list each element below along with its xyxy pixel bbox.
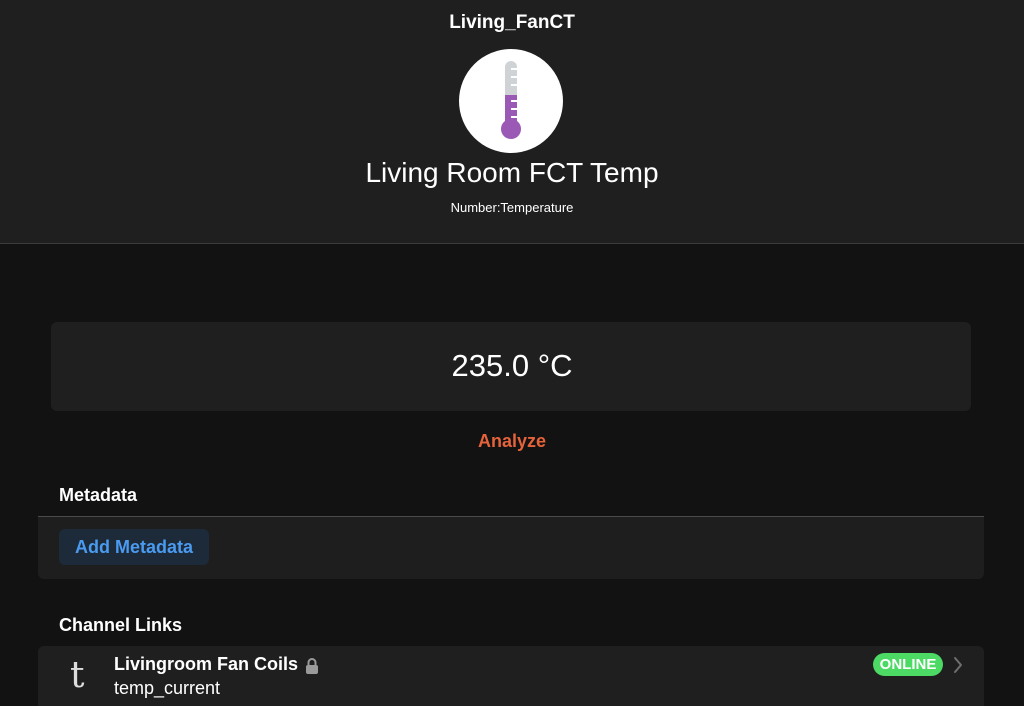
channel-links-section-title: Channel Links [59,615,183,635]
item-label: Living Room FCT Temp [365,157,659,188]
state-value: 235.0 °C [451,348,573,383]
add-metadata-button[interactable]: Add Metadata [59,529,209,565]
channel-id: temp_current [114,678,221,698]
analyze-button[interactable]: Analyze [0,431,1024,452]
chevron-right-icon[interactable] [952,656,964,674]
lock-icon [306,658,318,674]
metadata-section-title: Metadata [59,485,138,505]
item-header: Living_FanCT Living Room FCT Temp Number… [0,0,1024,244]
item-name: Living_FanCT [449,12,575,33]
item-type: Number:Temperature [450,200,574,215]
item-icon-circle [459,49,563,153]
status-badge: ONLINE [873,653,943,676]
channel-thing-name: Livingroom Fan Coils [114,654,299,674]
channel-type-glyph: t [70,655,85,696]
thermometer-icon [501,61,521,139]
